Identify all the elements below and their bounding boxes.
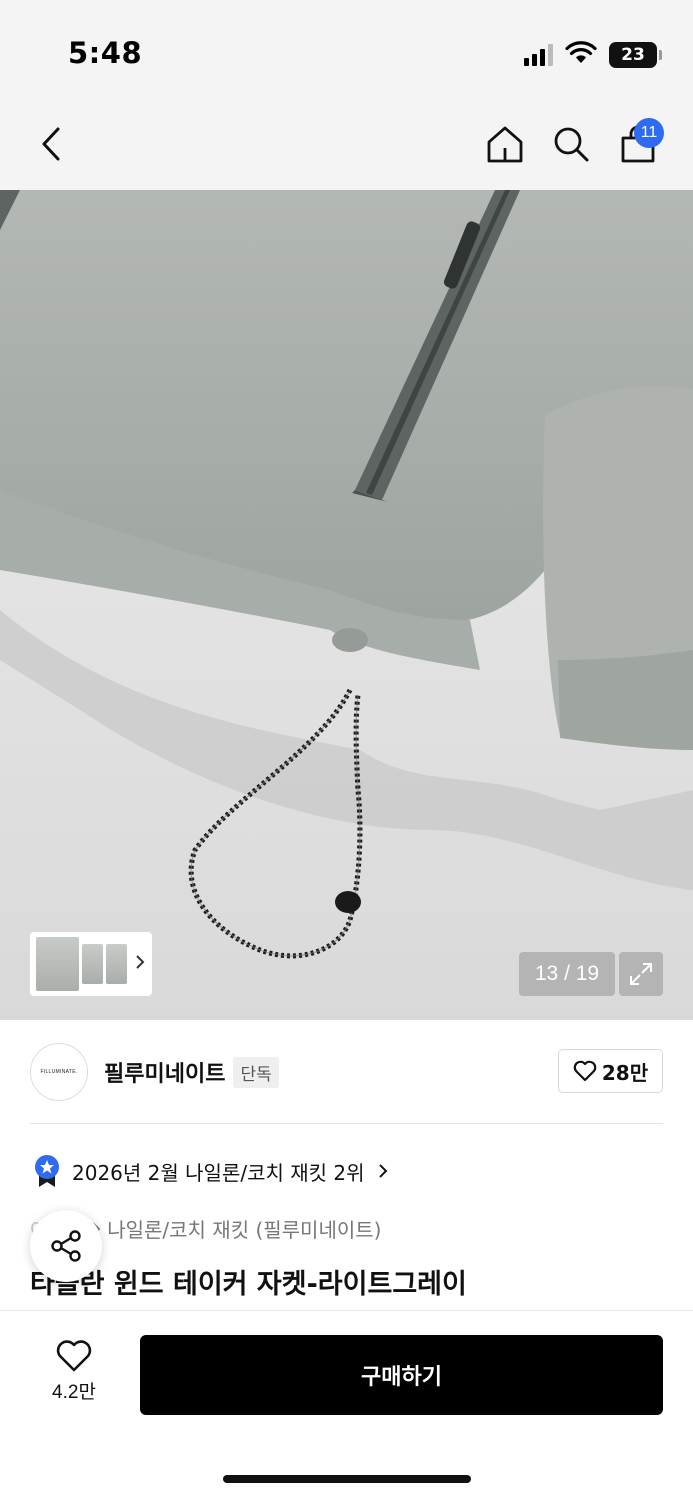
expand-icon	[630, 963, 652, 985]
ranking-badge-icon	[35, 1155, 59, 1187]
status-bar: 5:48 23	[0, 0, 693, 100]
thumbnail-image[interactable]	[36, 937, 79, 991]
back-icon	[42, 127, 60, 161]
exclusive-badge: 단독	[233, 1056, 279, 1088]
breadcrumb-current[interactable]: 나일론/코치 재킷 (필루미네이트)	[107, 1214, 381, 1243]
brand-like-button[interactable]: 28만	[558, 1049, 663, 1093]
share-button[interactable]	[30, 1210, 102, 1282]
product-title: 타슬란 윈드 테이커 자켓-라이트그레이	[30, 1269, 467, 1300]
battery-icon: 23	[609, 42, 662, 68]
chevron-right-icon	[134, 953, 146, 975]
brand-like-count: 28만	[601, 1060, 649, 1085]
signal-icon	[524, 44, 553, 66]
back-button[interactable]	[24, 116, 80, 172]
heart-icon	[573, 1060, 597, 1082]
brand-logo-text: FILLUMINATE.	[40, 1069, 78, 1075]
buy-button[interactable]: 구매하기	[140, 1335, 663, 1415]
brand-row[interactable]: FILLUMINATE. 필루미네이트 단독 28만	[30, 1042, 663, 1102]
expand-button[interactable]	[619, 952, 663, 996]
home-indicator	[223, 1475, 471, 1483]
ranking-link[interactable]: 2026년 2월 나일론/코치 재킷 2위	[34, 1153, 389, 1189]
home-button[interactable]	[477, 116, 533, 172]
product-image-gallery[interactable]: 13 / 19	[0, 190, 693, 1020]
image-counter: 13 / 19	[519, 952, 615, 996]
wifi-icon	[565, 41, 597, 69]
ranking-text: 2026년 2월 나일론/코치 재킷 2위	[72, 1160, 365, 1185]
bottom-action-bar: 4.2만 구매하기	[0, 1310, 693, 1500]
search-icon	[554, 127, 589, 162]
thumbnail-image[interactable]	[105, 944, 127, 984]
product-photo	[0, 190, 693, 1020]
battery-level: 23	[621, 45, 645, 65]
wishlist-button[interactable]: 4.2만	[40, 1339, 108, 1404]
thumbnail-strip[interactable]	[30, 932, 152, 996]
thumbnail-image[interactable]	[81, 944, 103, 984]
brand-name[interactable]: 필루미네이트	[104, 1056, 225, 1088]
status-icons: 23	[524, 40, 662, 70]
divider	[30, 1123, 663, 1124]
wishlist-count: 4.2만	[52, 1382, 96, 1403]
status-time: 5:48	[68, 36, 143, 70]
brand-logo[interactable]: FILLUMINATE.	[30, 1043, 88, 1101]
cart-button[interactable]: 11	[610, 116, 666, 172]
search-button[interactable]	[543, 116, 599, 172]
chevron-right-icon	[378, 1164, 387, 1178]
heart-icon	[56, 1340, 92, 1372]
cart-count-badge: 11	[634, 118, 664, 148]
home-icon	[487, 126, 523, 163]
share-icon	[51, 1230, 81, 1262]
top-nav-bar: 11	[0, 100, 693, 190]
